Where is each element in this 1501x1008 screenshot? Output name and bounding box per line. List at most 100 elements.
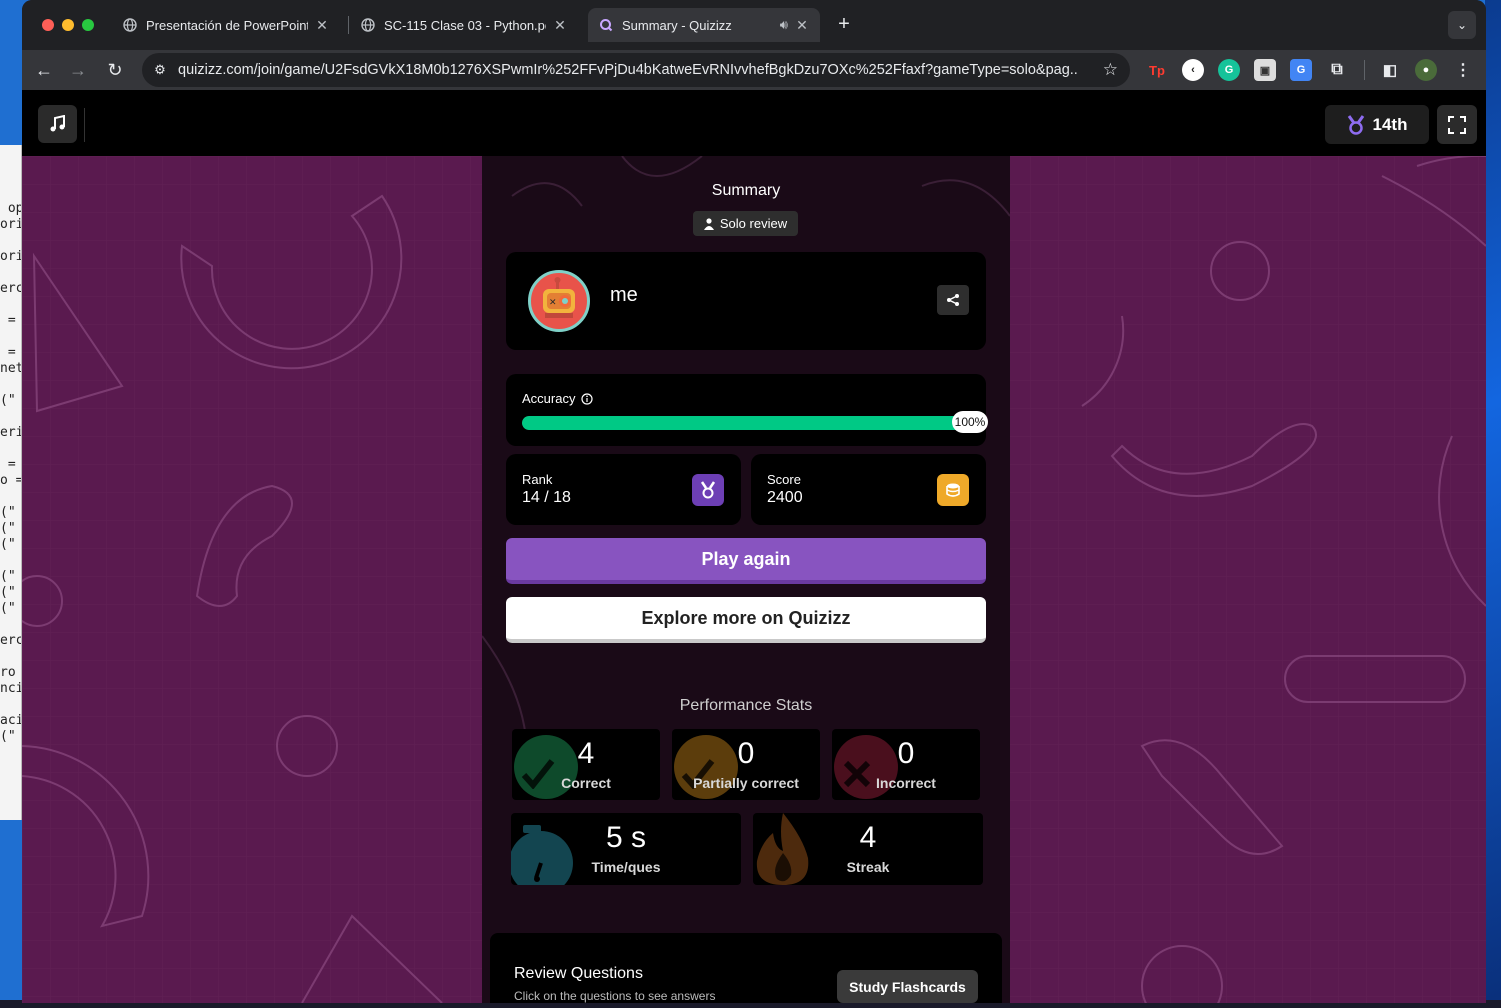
side-panel-icon[interactable]: ◧ [1379, 59, 1401, 81]
music-toggle-button[interactable] [38, 105, 77, 143]
grammarly-icon[interactable]: G [1218, 59, 1240, 81]
streak-label: Streak [846, 859, 890, 875]
review-title: Review Questions [514, 965, 643, 982]
mode-label: Solo review [719, 216, 788, 231]
partially-correct-stat: 0 Partially correct [672, 729, 820, 800]
globe-icon [360, 17, 376, 33]
incorrect-count: 0 [897, 737, 915, 770]
svg-text:✕: ✕ [549, 298, 557, 308]
partial-count: 0 [737, 737, 755, 770]
accuracy-card: Accuracy 100% [506, 374, 988, 446]
close-icon[interactable]: ✕ [794, 17, 810, 34]
rank-card: Rank 14 / 18 [506, 454, 741, 525]
page-title: Summary [711, 182, 781, 199]
accuracy-bar [522, 416, 962, 430]
coins-icon [937, 474, 969, 506]
address-bar[interactable]: ⚙ quizizz.com/join/game/U2FsdGVkX18M0b12… [142, 53, 1130, 87]
tab-pdf[interactable]: SC-115 Clase 03 - Python.pdf ✕ [350, 8, 578, 42]
accuracy-label-text: Accuracy [522, 391, 576, 406]
translate-extension-icon[interactable]: G [1290, 59, 1312, 81]
rank-label: Rank [522, 472, 553, 487]
review-questions-card: Review Questions Click on the questions … [490, 933, 1002, 1003]
tab-search-button[interactable]: ⌄ [1448, 11, 1476, 39]
player-card: ✕ me [506, 252, 986, 350]
toolbar-divider [1364, 60, 1365, 80]
close-icon[interactable]: ✕ [314, 17, 330, 34]
photo-extension-icon[interactable]: ▣ [1254, 59, 1276, 81]
url-text[interactable]: quizizz.com/join/game/U2FsdGVkX18M0b1276… [178, 62, 1078, 78]
score-label: Score [767, 472, 801, 487]
player-name: me [610, 284, 638, 306]
accuracy-label: Accuracy [522, 391, 594, 406]
quizizz-icon [598, 17, 614, 33]
study-flashcards-button[interactable]: Study Flashcards [837, 970, 978, 1003]
forward-button[interactable]: → [66, 58, 90, 82]
tp-extension-icon[interactable]: Tp [1146, 59, 1168, 81]
medal-icon [692, 474, 724, 506]
tab-label: Summary - Quizizz [622, 17, 732, 33]
bookmark-star-icon[interactable]: ☆ [1103, 60, 1118, 80]
incorrect-stat: 0 Incorrect [832, 729, 980, 800]
avatar: ✕ [528, 270, 590, 332]
browser-toolbar: ← → ↻ ⚙ quizizz.com/join/game/U2FsdGVkX1… [22, 50, 1486, 90]
time-per-question-stat: 5 s Time/ques [511, 813, 741, 885]
menu-dots-icon[interactable]: ⋮ [1452, 59, 1474, 81]
medal-icon [1347, 114, 1364, 135]
close-icon[interactable]: ✕ [552, 17, 568, 34]
accuracy-percent: 100% [952, 411, 988, 433]
mode-badge: Solo review [693, 211, 798, 236]
quizizz-page: 14th Summary Solo review ✕ me Accuracy 1… [22, 90, 1486, 1003]
site-settings-icon[interactable]: ⚙ [142, 62, 178, 78]
fullscreen-icon [1448, 115, 1466, 134]
tab-divider [348, 16, 349, 34]
globe-icon [122, 17, 138, 33]
score-card: Score 2400 [751, 454, 986, 525]
window-close-button[interactable] [42, 19, 54, 31]
top-bar-divider [84, 108, 85, 142]
rank-value: 14 / 18 [522, 489, 571, 506]
rank-indicator: 14th [1325, 105, 1429, 144]
profile-avatar[interactable]: ● [1415, 59, 1437, 81]
explore-more-button[interactable]: Explore more on Quizizz [506, 597, 986, 643]
tab-label: SC-115 Clase 03 - Python.pdf [384, 17, 546, 33]
review-subtitle: Click on the questions to see answers [514, 989, 716, 1003]
reload-button[interactable]: ↻ [103, 58, 127, 82]
desktop-wallpaper [1485, 0, 1501, 1008]
browser-window: Presentación de PowerPoint ✕ SC-115 Clas… [22, 0, 1486, 1003]
correct-stat: 4 Correct [512, 729, 660, 800]
accuracy-bar-fill [522, 416, 962, 430]
music-note-icon [50, 115, 65, 132]
time-value: 5 s [605, 821, 647, 854]
back-button[interactable]: ← [32, 58, 56, 82]
time-label: Time/ques [591, 859, 661, 875]
background-code-window: op ori ori erc = = net (" eri = o = (" (… [0, 145, 22, 820]
tab-label: Presentación de PowerPoint [146, 17, 308, 33]
rank-ordinal: 14th [1372, 114, 1408, 134]
performance-stats-title: Performance Stats [679, 697, 813, 714]
summary-panel: Summary Solo review ✕ me Accuracy 100% R… [482, 156, 1010, 1003]
quiz-top-bar: 14th [22, 90, 1486, 156]
info-icon[interactable] [581, 392, 594, 405]
back-arrow-extension-icon[interactable]: ‹ [1182, 59, 1204, 81]
fullscreen-button[interactable] [1437, 105, 1477, 144]
robot-avatar-icon: ✕ [543, 277, 575, 318]
partial-label: Partially correct [693, 775, 799, 791]
streak-value: 4 [859, 821, 877, 854]
streak-stat: 4 Streak [753, 813, 983, 885]
play-again-button[interactable]: Play again [506, 538, 986, 584]
extensions-puzzle-icon[interactable]: ⧉ [1326, 59, 1348, 81]
window-maximize-button[interactable] [82, 19, 94, 31]
correct-count: 4 [577, 737, 595, 770]
correct-label: Correct [561, 775, 611, 791]
tab-quizizz[interactable]: Summary - Quizizz 🔊︎ ✕ [588, 8, 820, 42]
score-value: 2400 [767, 489, 803, 506]
speaker-icon[interactable]: 🔊︎ [780, 17, 788, 33]
user-icon [703, 217, 714, 230]
new-tab-button[interactable]: + [832, 13, 856, 37]
tab-bar: Presentación de PowerPoint ✕ SC-115 Clas… [22, 0, 1486, 50]
share-button[interactable] [937, 285, 969, 315]
window-minimize-button[interactable] [62, 19, 74, 31]
tab-powerpoint[interactable]: Presentación de PowerPoint ✕ [112, 8, 340, 42]
incorrect-label: Incorrect [876, 775, 936, 791]
share-icon [947, 294, 959, 306]
